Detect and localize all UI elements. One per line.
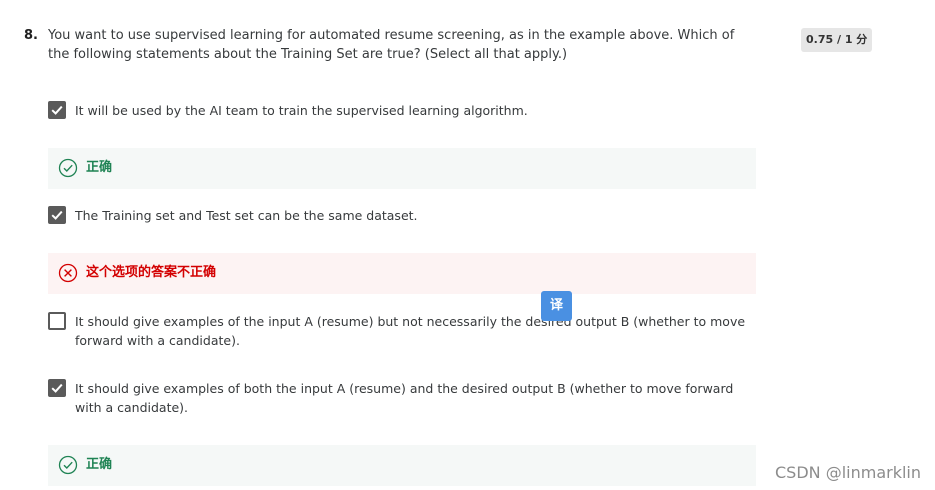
checkbox-checked[interactable] — [48, 206, 66, 224]
checkbox-checked[interactable] — [48, 101, 66, 119]
x-circle-icon — [58, 263, 78, 283]
check-mark-icon — [51, 383, 63, 393]
check-circle-icon — [58, 455, 78, 475]
checkbox-unchecked[interactable] — [48, 312, 66, 330]
score-badge: 0.75 / 1 分 — [801, 28, 873, 52]
option-label: It should give examples of both the inpu… — [75, 381, 734, 415]
answer-option-4[interactable]: It should give examples of both the inpu… — [48, 379, 758, 419]
option-label: It will be used by the AI team to train … — [75, 103, 528, 118]
answer-option-1[interactable]: It will be used by the AI team to train … — [48, 101, 758, 121]
translate-button[interactable]: 译 — [541, 291, 572, 321]
watermark: CSDN @linmarklin — [775, 463, 921, 482]
option-label: The Training set and Test set can be the… — [75, 208, 418, 223]
check-mark-icon — [51, 105, 63, 115]
question-text: You want to use supervised learning for … — [48, 28, 735, 62]
feedback-text: 这个选项的答案不正确 — [86, 265, 217, 280]
question-number: 8. — [24, 28, 38, 43]
feedback-incorrect: 这个选项的答案不正确 — [48, 253, 756, 294]
feedback-correct: 正确 — [48, 148, 756, 189]
answer-option-2[interactable]: The Training set and Test set can be the… — [48, 206, 758, 226]
feedback-correct: 正确 — [48, 445, 756, 486]
feedback-text: 正确 — [86, 457, 113, 472]
feedback-text: 正确 — [86, 160, 113, 175]
check-mark-icon — [51, 210, 63, 220]
quiz-page: 8. You want to use supervised learning f… — [0, 0, 935, 490]
answer-option-3[interactable]: It should give examples of the input A (… — [48, 312, 758, 352]
check-circle-icon — [58, 158, 78, 178]
option-label: It should give examples of the input A (… — [75, 314, 746, 348]
checkbox-checked[interactable] — [48, 379, 66, 397]
